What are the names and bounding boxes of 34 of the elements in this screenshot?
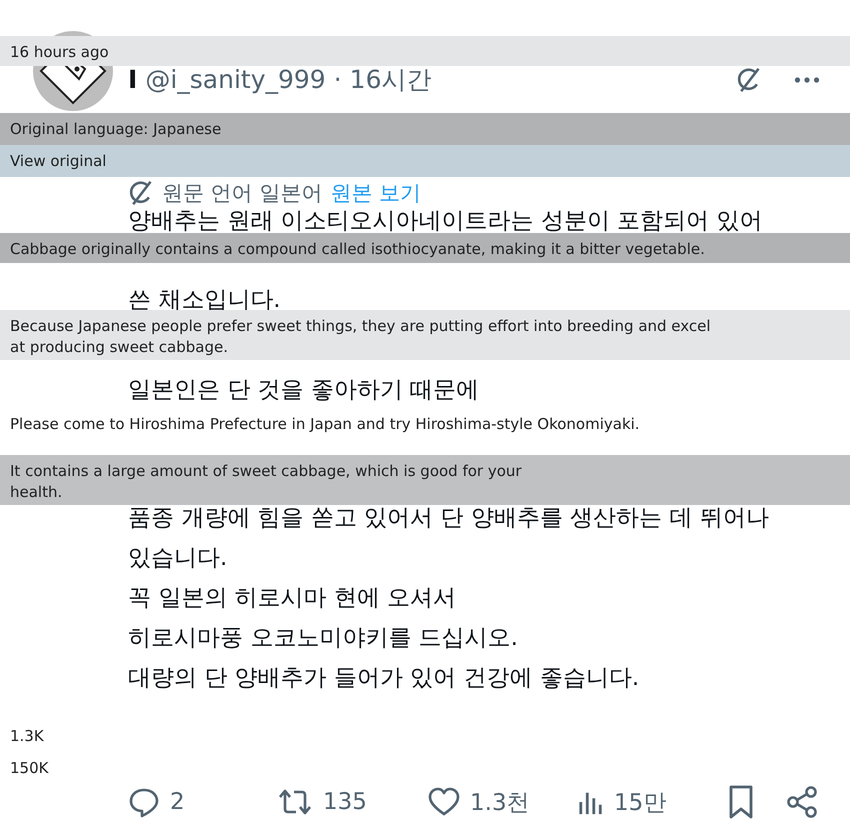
translation-overlay-text: 1.3K: [10, 726, 45, 747]
post-text-line: 양배추는 원래 이소티오시아네이트라는 성분이 포함되어 있어: [128, 208, 764, 234]
post-text-line: 있습니다.: [128, 544, 228, 573]
reply-count: 2: [170, 789, 185, 815]
translation-overlay-text: It contains a large amount of sweet cabbage, which is good for your health.: [10, 461, 523, 503]
post-text-line: 대량의 단 양배추가 들어가 있어 건강에 좋습니다.: [128, 664, 640, 693]
like-count: 1.3천: [470, 788, 530, 818]
translation-overlay-text: 16 hours ago: [10, 42, 110, 63]
translation-overlay-text: Please come to Hiroshima Prefecture in Japan and try Hiroshima-style Okonomiyaki.: [10, 414, 641, 435]
separator: ·: [334, 67, 342, 93]
display-name[interactable]: I: [128, 67, 138, 93]
translation-overlay-text: Because Japanese people prefer sweet things, they are putting effort into breeding and excel at producing sweet cabbage.: [10, 316, 712, 358]
speech-bubble-icon[interactable]: [128, 786, 160, 818]
post-text-line: 히로시마풍 오코노미야키를 드십시오.: [128, 624, 519, 653]
post-text-line: 품종 개량에 힘을 쏟고 있어서 단 양배추를 생산하는 데 뛰어나: [128, 504, 770, 533]
views-count: 15만: [614, 788, 666, 818]
repost-icon[interactable]: [277, 787, 313, 817]
share-icon[interactable]: [786, 786, 818, 818]
translation-overlay-text: Cabbage originally contains a compound called isothiocyanate, making it a bitter vegetable.: [10, 239, 706, 260]
repost-count: 135: [323, 789, 367, 815]
translate-icon[interactable]: [736, 67, 762, 93]
translation-overlay-text: View original: [10, 151, 108, 172]
user-handle[interactable]: @i_sanity_999: [145, 67, 326, 93]
post-text-line: 꼭 일본의 히로시마 현에 오셔서: [128, 584, 458, 613]
post-text-line: 쓴 채소입니다.: [128, 286, 282, 315]
post-text-line: 일본인은 단 것을 좋아하기 때문에: [128, 376, 480, 405]
heart-icon[interactable]: [428, 787, 460, 817]
bookmark-icon[interactable]: [728, 785, 754, 819]
translation-overlay-text: Original language: Japanese: [10, 119, 222, 140]
original-language-label: 원문 언어 일본어: [162, 181, 322, 205]
post-time[interactable]: 16시간: [350, 67, 432, 93]
translation-overlay-text: 150K: [10, 758, 50, 779]
more-icon[interactable]: [794, 76, 820, 84]
translate-icon: [128, 180, 154, 206]
